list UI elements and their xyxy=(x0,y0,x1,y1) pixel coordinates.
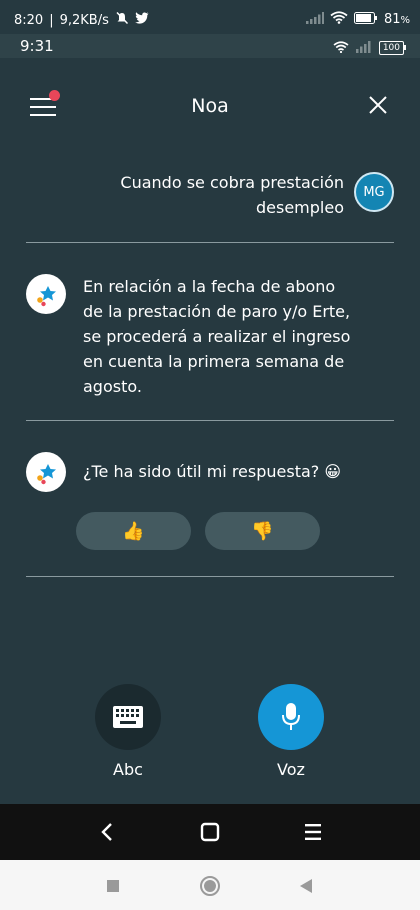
bot-message-line: agosto. xyxy=(83,377,142,396)
bot-message-line: en cuenta la primera semana de xyxy=(83,352,345,371)
bot-message: En relación a la fecha de abono de la pr… xyxy=(83,274,383,399)
keyboard-button[interactable] xyxy=(95,684,161,750)
bot-avatar xyxy=(26,274,66,314)
user-message-line: Cuando se cobra prestación xyxy=(120,173,344,192)
caixabank-star-icon xyxy=(37,464,56,485)
system-navigation-bar xyxy=(0,860,420,910)
system-home-button[interactable] xyxy=(198,874,222,898)
signal-icon xyxy=(305,11,324,28)
thumbs-down-icon: 👎 xyxy=(251,520,274,542)
home-square-icon xyxy=(200,822,220,842)
thumbs-up-button[interactable]: 👍 xyxy=(76,512,191,550)
back-button[interactable] xyxy=(92,818,122,846)
user-avatar: MG xyxy=(354,172,394,212)
divider xyxy=(26,242,394,243)
divider xyxy=(26,576,394,577)
caixabank-star-icon xyxy=(37,286,56,307)
recents-menu-icon xyxy=(305,824,321,840)
twitter-icon xyxy=(134,12,149,28)
status-right: 81% xyxy=(305,11,410,28)
emulated-status-bar: 9:31 100 xyxy=(0,34,420,58)
keyboard-label: Abc xyxy=(113,760,143,779)
battery-percent: 81% xyxy=(383,12,410,27)
chat-app: 9:31 100 Noa Cuando se cobra prestación … xyxy=(0,34,420,804)
bot-message-line: se procederá a realizar el ingreso xyxy=(83,327,351,346)
status-left: 8:20 | 9,2KB/s xyxy=(14,11,149,29)
inner-status-time: 9:31 xyxy=(20,37,54,55)
user-message: Cuando se cobra prestación desempleo xyxy=(44,170,344,220)
wifi-icon xyxy=(330,11,348,28)
navigation-bar xyxy=(0,804,420,860)
user-message-line: desempleo xyxy=(256,198,344,217)
smile-emoji-icon: 😀 xyxy=(324,462,342,481)
network-speed: 9,2KB/s xyxy=(59,12,109,28)
circle-icon xyxy=(200,876,220,896)
back-chevron-icon xyxy=(101,823,112,841)
thumbs-up-icon: 👍 xyxy=(122,520,145,542)
voice-label: Voz xyxy=(277,760,305,779)
thumbs-down-button[interactable]: 👎 xyxy=(205,512,320,550)
close-button[interactable] xyxy=(366,93,390,117)
home-button[interactable] xyxy=(195,818,225,846)
mute-icon xyxy=(115,11,129,29)
chat-header: Noa xyxy=(0,89,420,129)
close-icon xyxy=(369,96,387,114)
status-separator: | xyxy=(49,12,54,28)
status-time: 8:20 xyxy=(14,12,44,28)
chat-title: Noa xyxy=(191,95,229,117)
triangle-back-icon xyxy=(300,879,312,893)
battery-icon xyxy=(353,11,378,28)
divider xyxy=(26,420,394,421)
bot-avatar xyxy=(26,452,66,492)
bot-question: ¿Te ha sido útil mi respuesta? 😀 xyxy=(83,459,383,484)
bot-question-text: ¿Te ha sido útil mi respuesta? xyxy=(83,462,320,481)
bot-message-line: En relación a la fecha de abono xyxy=(83,277,336,296)
device-status-bar: 8:20 | 9,2KB/s 81% xyxy=(0,0,420,34)
voice-button[interactable] xyxy=(258,684,324,750)
keyboard-icon xyxy=(113,706,143,728)
square-icon xyxy=(107,880,119,892)
bot-message-line: de la prestación de paro y/o Erte, xyxy=(83,302,351,321)
inner-status-icons: 100 xyxy=(333,38,406,57)
system-recents-button[interactable] xyxy=(101,874,125,898)
inner-signal-icon xyxy=(355,38,372,57)
inner-battery-icon: 100 xyxy=(378,40,406,55)
microphone-icon xyxy=(282,703,300,730)
system-back-button[interactable] xyxy=(294,874,318,898)
recents-button[interactable] xyxy=(298,818,328,846)
inner-wifi-icon xyxy=(333,38,349,57)
